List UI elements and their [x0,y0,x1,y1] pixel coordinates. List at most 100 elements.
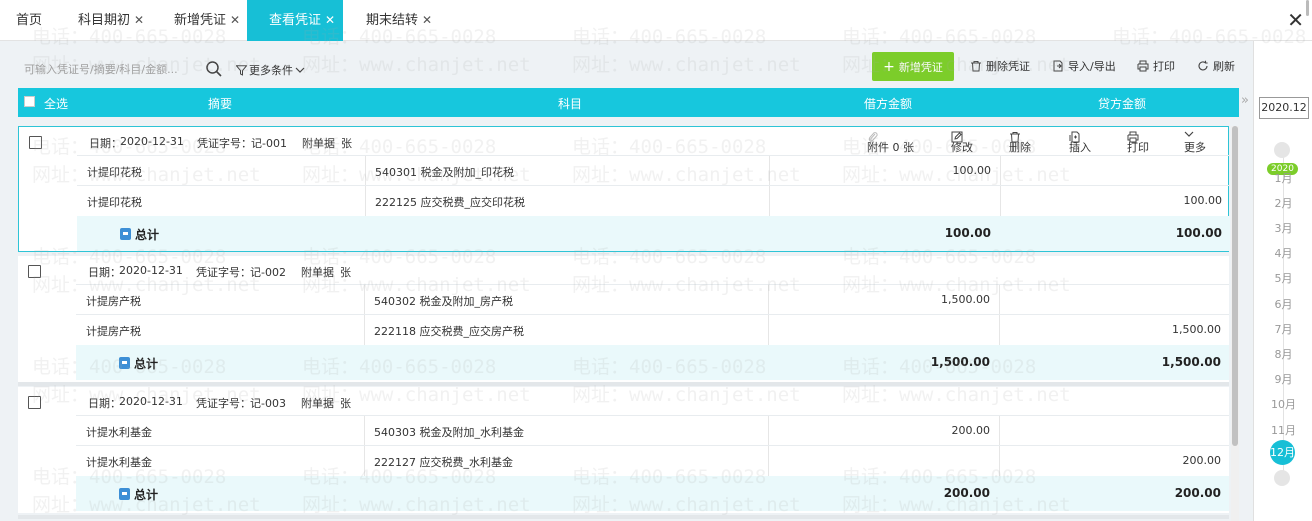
attachment-button[interactable]: 附件 0 张 [867,131,914,154]
col-summary: 摘要 [208,97,233,111]
voucher-checkbox[interactable] [29,136,42,149]
tab-view-voucher[interactable]: 查看凭证 ✕ [247,0,343,41]
column-divider [364,446,365,476]
app-window: 首页 科目期初✕ 新增凭证✕ 查看凭证✕ 期末结转✕ ✕ 更多条件 [0,0,1312,521]
tab-label: 新增凭证 [174,13,227,28]
tab-scrollbar[interactable] [1306,0,1309,16]
voucher-header: 日期： 2020-12-31 凭证字号： 记-002 附单据 张 [76,256,1226,284]
close-icon[interactable]: ✕ [422,13,432,27]
total-row: 总计 1,500.00 1,500.00 [76,345,1229,380]
entry-account: 222125 应交税费_应交印花税 [375,196,525,209]
voucher-separator [18,515,1229,519]
entry-row[interactable]: 计提水利基金 222127 应交税费_水利基金 200.00 [76,445,1229,476]
timeline-month[interactable]: 2月 [1254,195,1312,211]
edit-label: 修改 [951,141,973,154]
close-icon[interactable]: ✕ [230,13,240,27]
table-header: 全选 摘要 科目 借方金额 贷方金额 [18,88,1239,117]
toolbar: 更多条件 + 新增凭证 删除凭证 导入/导出 打印 刷新 [0,41,1253,88]
list-scrollbar[interactable] [1231,126,1239,521]
timeline-month[interactable]: 3月 [1254,220,1312,236]
print-label: 打印 [1153,60,1175,73]
collapse-panel-icon[interactable]: » [1241,93,1249,108]
search-input[interactable] [18,57,198,81]
timeline-month[interactable]: 8月 [1254,346,1312,362]
column-divider [769,156,770,186]
total-credit: 200.00 [1174,486,1221,500]
tab-label: 期末结转 [366,13,419,28]
entry-summary: 计提水利基金 [86,456,152,469]
entry-account: 540301 税金及附加_印花税 [375,166,514,179]
delete-voucher-label: 删除凭证 [986,60,1030,73]
more-conditions-button[interactable]: 更多条件 [236,62,305,78]
tab-new-voucher[interactable]: 新增凭证 ✕ [160,0,248,41]
attachment-unit: 张 [340,397,351,410]
voucher-header: 日期： 2020-12-31 凭证字号： 记-001 附单据 张 附件 0 张 … [77,127,1227,155]
entry-row[interactable]: 计提印花税 222125 应交税费_应交印花税 100.00 [77,185,1230,216]
select-all-checkbox[interactable] [24,96,35,107]
window-close-icon[interactable]: ✕ [1287,8,1304,32]
total-credit: 100.00 [1175,226,1222,240]
refresh-button[interactable]: 刷新 [1197,58,1235,74]
timeline-month[interactable]: 4月 [1254,245,1312,261]
timeline-up-icon[interactable] [1274,142,1290,158]
voucher-card[interactable]: 日期： 2020-12-31 凭证字号： 记-002 附单据 张 计提房产税 5… [18,256,1229,382]
tab-home[interactable]: 首页 [0,0,58,41]
timeline-month[interactable]: 5月 [1254,270,1312,286]
timeline-month[interactable]: 9月 [1254,371,1312,387]
voucher-card[interactable]: 日期： 2020-12-31 凭证字号： 记-003 附单据 张 计提水利基金 … [18,387,1229,513]
import-export-button[interactable]: 导入/导出 [1052,58,1116,74]
date-label: 日期： [88,397,121,410]
voucher-card[interactable]: 日期： 2020-12-31 凭证字号： 记-001 附单据 张 附件 0 张 … [18,126,1230,252]
entry-debit: 200.00 [951,424,991,437]
entry-debit: 100.00 [952,164,992,177]
delete-button[interactable]: 删除 [1009,131,1031,154]
total-row: 总计 200.00 200.00 [76,476,1229,511]
column-divider [768,446,769,476]
timeline-month[interactable]: 10月 [1254,396,1312,412]
column-divider [999,285,1000,315]
timeline-down-icon[interactable] [1274,470,1290,486]
entry-debit: 1,500.00 [941,293,990,306]
tab-period-end[interactable]: 期末结转 ✕ [352,0,442,41]
entry-credit: 200.00 [1182,454,1222,467]
scrollbar-thumb[interactable] [1232,126,1238,446]
timeline-month[interactable]: 1月 [1254,170,1312,186]
search-icon[interactable] [205,60,223,78]
edit-button[interactable]: 修改 [951,131,973,154]
voucher-print-button[interactable]: 打印 [1127,131,1149,154]
insert-button[interactable]: 插入 [1069,131,1091,154]
column-divider [365,186,366,216]
voucher-checkbox[interactable] [28,265,41,278]
more-button[interactable]: 更多 [1184,131,1206,154]
entry-row[interactable]: 计提水利基金 540303 税金及附加_水利基金 200.00 [76,415,1229,446]
entry-summary: 计提房产税 [86,325,141,338]
select-all-label[interactable]: 全选 [44,95,68,112]
new-voucher-button[interactable]: + 新增凭证 [872,52,954,81]
total-row: 总计 100.00 100.00 [77,216,1230,251]
entry-row[interactable]: 计提房产税 222118 应交税费_应交房产税 1,500.00 [76,314,1229,345]
entry-row[interactable]: 计提房产税 540302 税金及附加_房产税 1,500.00 [76,284,1229,315]
calculator-icon [119,357,130,369]
attachment-label: 附单据 [301,397,334,410]
voucher-checkbox[interactable] [28,396,41,409]
new-voucher-label: 新增凭证 [898,60,943,74]
timeline-month-current[interactable]: 12月 [1270,440,1295,465]
entry-row[interactable]: 计提印花税 540301 税金及附加_印花税 100.00 [77,155,1230,186]
entry-credit: 1,500.00 [1172,323,1221,336]
period-selector[interactable]: 2020.12 [1259,97,1309,119]
entry-summary: 计提印花税 [87,166,142,179]
refresh-icon [1198,60,1208,71]
delete-voucher-button[interactable]: 删除凭证 [970,58,1030,74]
period-panel: 2020.12 2020 1月 2月 3月 4月 5月 6月 7月 8月 9月 … [1253,41,1312,521]
tab-label: 科目期初 [78,13,131,28]
close-icon[interactable]: ✕ [325,13,335,27]
close-icon[interactable]: ✕ [134,13,144,27]
column-divider [364,315,365,345]
attachment-unit: 张 [340,266,351,279]
tab-account-opening[interactable]: 科目期初 ✕ [64,0,152,41]
timeline-month[interactable]: 7月 [1254,321,1312,337]
timeline-month[interactable]: 11月 [1254,422,1312,438]
timeline-month[interactable]: 6月 [1254,296,1312,312]
print-button[interactable]: 打印 [1137,58,1175,74]
entry-summary: 计提印花税 [87,196,142,209]
